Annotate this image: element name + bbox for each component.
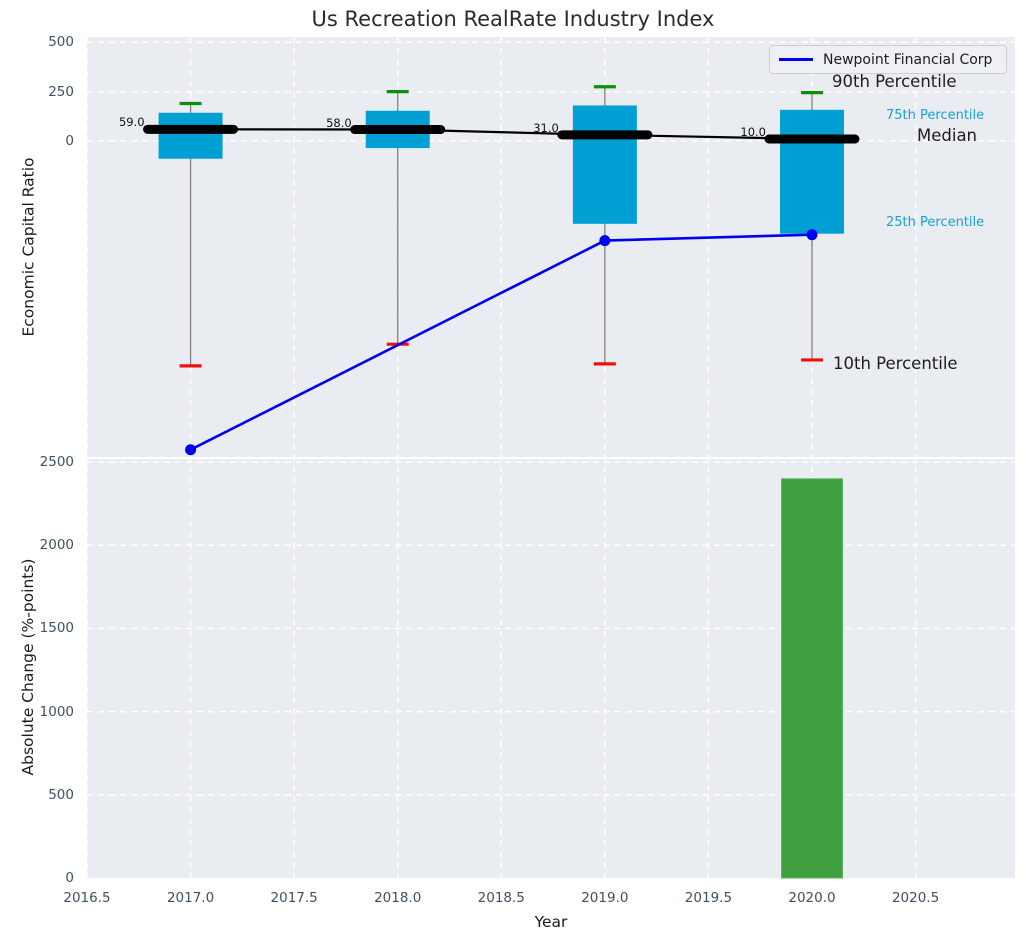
x-tick-label: 2020.0 xyxy=(772,889,852,907)
median-value-label: 59.0 xyxy=(75,113,145,131)
annotation-90th-percentile: 90th Percentile xyxy=(832,73,957,91)
percentile-box xyxy=(159,113,223,159)
y-tick-label-bottom: 0 xyxy=(0,869,74,887)
y-tick-label-bottom: 500 xyxy=(0,786,74,804)
legend-line-swatch-icon xyxy=(779,58,813,61)
x-tick-label: 2020.5 xyxy=(876,889,956,907)
percentile-box xyxy=(780,110,844,234)
company-point xyxy=(807,229,818,240)
y-axis-label-bottom: Absolute Change (%-points) xyxy=(19,457,37,877)
company-point xyxy=(185,444,196,455)
x-tick-label: 2017.0 xyxy=(151,889,231,907)
legend-series-label: Newpoint Financial Corp xyxy=(823,52,992,68)
x-tick-label: 2016.5 xyxy=(47,889,127,907)
y-tick-label-top: 500 xyxy=(0,33,74,51)
absolute-change-bar xyxy=(782,479,843,878)
company-point xyxy=(599,235,610,246)
median-value-label: 58.0 xyxy=(282,114,352,132)
x-tick-label: 2018.0 xyxy=(358,889,438,907)
y-tick-label-bottom: 2000 xyxy=(0,536,74,554)
legend: Newpoint Financial Corp xyxy=(769,45,1007,74)
x-tick-label: 2019.0 xyxy=(565,889,645,907)
bottom-axes-background xyxy=(87,458,1015,878)
y-tick-label-top: 250 xyxy=(0,83,74,101)
figure: Us Recreation RealRate Industry Index Ec… xyxy=(0,0,1026,942)
percentile-box xyxy=(573,105,637,223)
chart-title: Us Recreation RealRate Industry Index xyxy=(0,7,1026,31)
annotation-10th-percentile: 10th Percentile xyxy=(833,355,958,373)
y-tick-label-bottom: 1000 xyxy=(0,703,74,721)
annotation-25th-percentile: 25th Percentile xyxy=(886,214,984,232)
top-axes-background xyxy=(87,37,1015,458)
x-axis-label: Year xyxy=(87,913,1015,931)
median-value-label: 31.0 xyxy=(489,119,559,137)
x-tick-label: 2018.5 xyxy=(461,889,541,907)
y-tick-label-top: 0 xyxy=(0,132,74,150)
y-tick-label-bottom: 1500 xyxy=(0,619,74,637)
x-tick-label: 2019.5 xyxy=(668,889,748,907)
x-tick-label: 2017.5 xyxy=(254,889,334,907)
y-tick-label-bottom: 2500 xyxy=(0,453,74,471)
annotation-75th-percentile: 75th Percentile xyxy=(886,107,984,125)
annotation-median: Median xyxy=(917,127,977,145)
median-value-label: 10.0 xyxy=(696,123,766,141)
chart-canvas xyxy=(0,0,1026,942)
